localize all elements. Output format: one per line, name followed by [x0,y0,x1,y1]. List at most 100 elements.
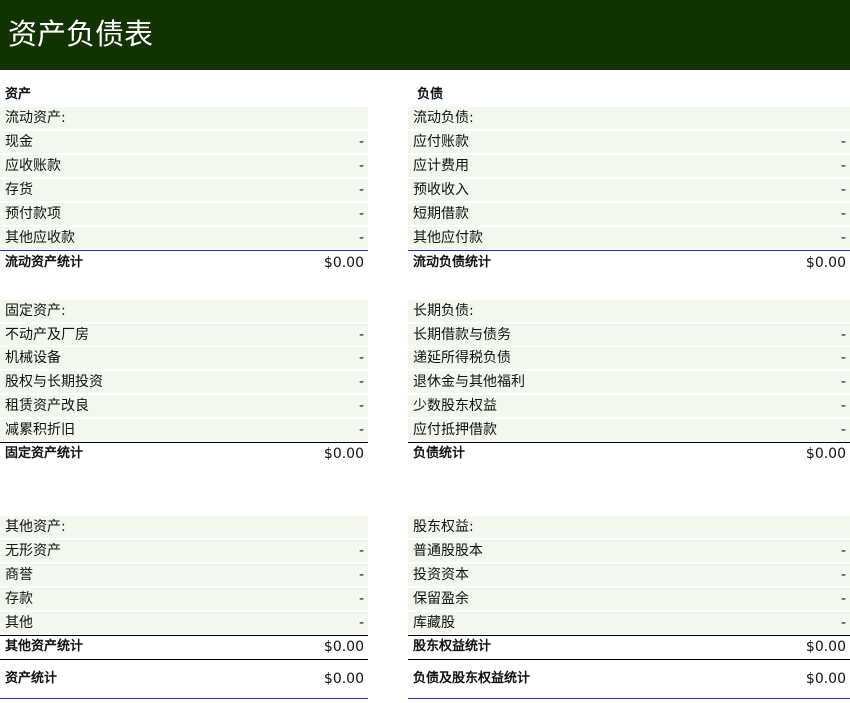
divider [0,698,368,699]
liabilities-header: 负债 [408,84,850,106]
table-row[interactable]: 长期借款与债务 - [408,324,850,346]
total-label: 流动资产统计 [5,255,84,270]
row-label: 商誉 [5,567,33,583]
row-label: 退休金与其他福利 [413,374,525,390]
table-row[interactable]: 其他应付款 - [408,227,850,249]
liabilities-equity-grand-total-row: 负债及股东权益统计 $0.00 [408,668,850,690]
table-row[interactable]: 机械设备 - [0,347,368,369]
row-label: 租赁资产改良 [5,398,89,414]
table-row[interactable]: 普通股股本 - [408,540,850,562]
section-label: 其他资产: [5,519,66,535]
table-row[interactable]: 无形资产 - [0,540,368,562]
current-liabilities-total-row: 流动负债统计 $0.00 [408,252,850,274]
row-value: - [840,422,846,438]
row-value: - [840,543,846,559]
table-row[interactable]: 少数股东权益 - [408,395,850,417]
liabilities-header-label: 负债 [417,87,444,102]
row-value: - [840,182,846,198]
other-assets-section-label: 其他资产: [0,516,368,538]
total-value: $0.00 [323,446,364,462]
liabilities-total-row: 负债统计 $0.00 [408,443,850,465]
row-label: 预付款项 [5,206,61,222]
row-label: 递延所得税负债 [413,350,511,366]
table-row[interactable]: 保留盈余 - [408,588,850,610]
row-label: 存货 [5,182,33,198]
row-label: 不动产及厂房 [5,327,89,343]
total-value: $0.00 [323,255,364,271]
divider [408,698,850,699]
total-label: 股东权益统计 [413,639,492,654]
row-value: - [358,350,364,366]
table-row[interactable]: 预付款项 - [0,203,368,225]
row-label: 普通股股本 [413,543,483,559]
row-label: 投资资本 [413,567,469,583]
section-label: 流动负债: [413,110,474,126]
table-row[interactable]: 应付账款 - [408,131,850,153]
fixed-assets-section-label: 固定资产: [0,300,368,322]
table-row[interactable]: 不动产及厂房 - [0,324,368,346]
row-value: - [840,327,846,343]
table-row[interactable]: 投资资本 - [408,564,850,586]
table-row[interactable]: 存货 - [0,179,368,201]
title-banner: 资产负债表 [0,0,850,70]
total-value: $0.00 [805,446,846,462]
table-row[interactable]: 存款 - [0,588,368,610]
total-label: 其他资产统计 [5,639,84,654]
row-value: - [358,158,364,174]
assets-header: 资产 [0,84,368,106]
row-value: - [840,591,846,607]
total-value: $0.00 [323,639,364,655]
table-row[interactable]: 应付抵押借款 - [408,419,850,441]
assets-grand-total-row: 资产统计 $0.00 [0,668,368,690]
table-row[interactable]: 应收账款 - [0,155,368,177]
row-label: 机械设备 [5,350,61,366]
table-row[interactable]: 减累积折旧 - [0,419,368,441]
row-label: 其他应收款 [5,230,75,246]
row-label: 短期借款 [413,206,469,222]
table-row[interactable]: 预收收入 - [408,179,850,201]
table-row[interactable]: 其他 - [0,612,368,634]
table-row[interactable]: 其他应收款 - [0,227,368,249]
row-label: 应收账款 [5,158,61,174]
equity-total-row: 股东权益统计 $0.00 [408,636,850,658]
row-value: - [358,591,364,607]
table-row[interactable]: 现金 - [0,131,368,153]
row-value: - [840,158,846,174]
current-liabilities-section-label: 流动负债: [408,107,850,129]
table-row[interactable]: 库藏股 - [408,612,850,634]
divider [408,250,850,251]
table-row[interactable]: 短期借款 - [408,203,850,225]
section-label: 股东权益: [413,519,474,535]
divider [0,250,368,251]
row-label: 预收收入 [413,182,469,198]
section-label: 流动资产: [5,110,66,126]
total-value: $0.00 [323,671,364,687]
table-row[interactable]: 应计费用 - [408,155,850,177]
table-row[interactable]: 递延所得税负债 - [408,347,850,369]
assets-header-label: 资产 [5,87,32,102]
table-row[interactable]: 股权与长期投资 - [0,371,368,393]
row-label: 减累积折旧 [5,422,75,438]
row-value: - [358,543,364,559]
total-label: 固定资产统计 [5,446,84,461]
row-value: - [358,134,364,150]
current-assets-section-label: 流动资产: [0,107,368,129]
table-row[interactable]: 租赁资产改良 - [0,395,368,417]
current-assets-total-row: 流动资产统计 $0.00 [0,252,368,274]
row-value: - [358,398,364,414]
table-row[interactable]: 商誉 - [0,564,368,586]
row-value: - [840,615,846,631]
other-assets-total-row: 其他资产统计 $0.00 [0,636,368,658]
page-title: 资产负债表 [8,17,154,51]
divider [0,659,368,660]
row-value: - [840,374,846,390]
section-label: 固定资产: [5,303,66,319]
row-value: - [840,206,846,222]
row-value: - [358,206,364,222]
row-label: 长期借款与债务 [413,327,511,343]
section-label: 长期负债: [413,303,474,319]
row-label: 应付抵押借款 [413,422,497,438]
row-label: 存款 [5,591,33,607]
table-row[interactable]: 退休金与其他福利 - [408,371,850,393]
row-value: - [358,422,364,438]
